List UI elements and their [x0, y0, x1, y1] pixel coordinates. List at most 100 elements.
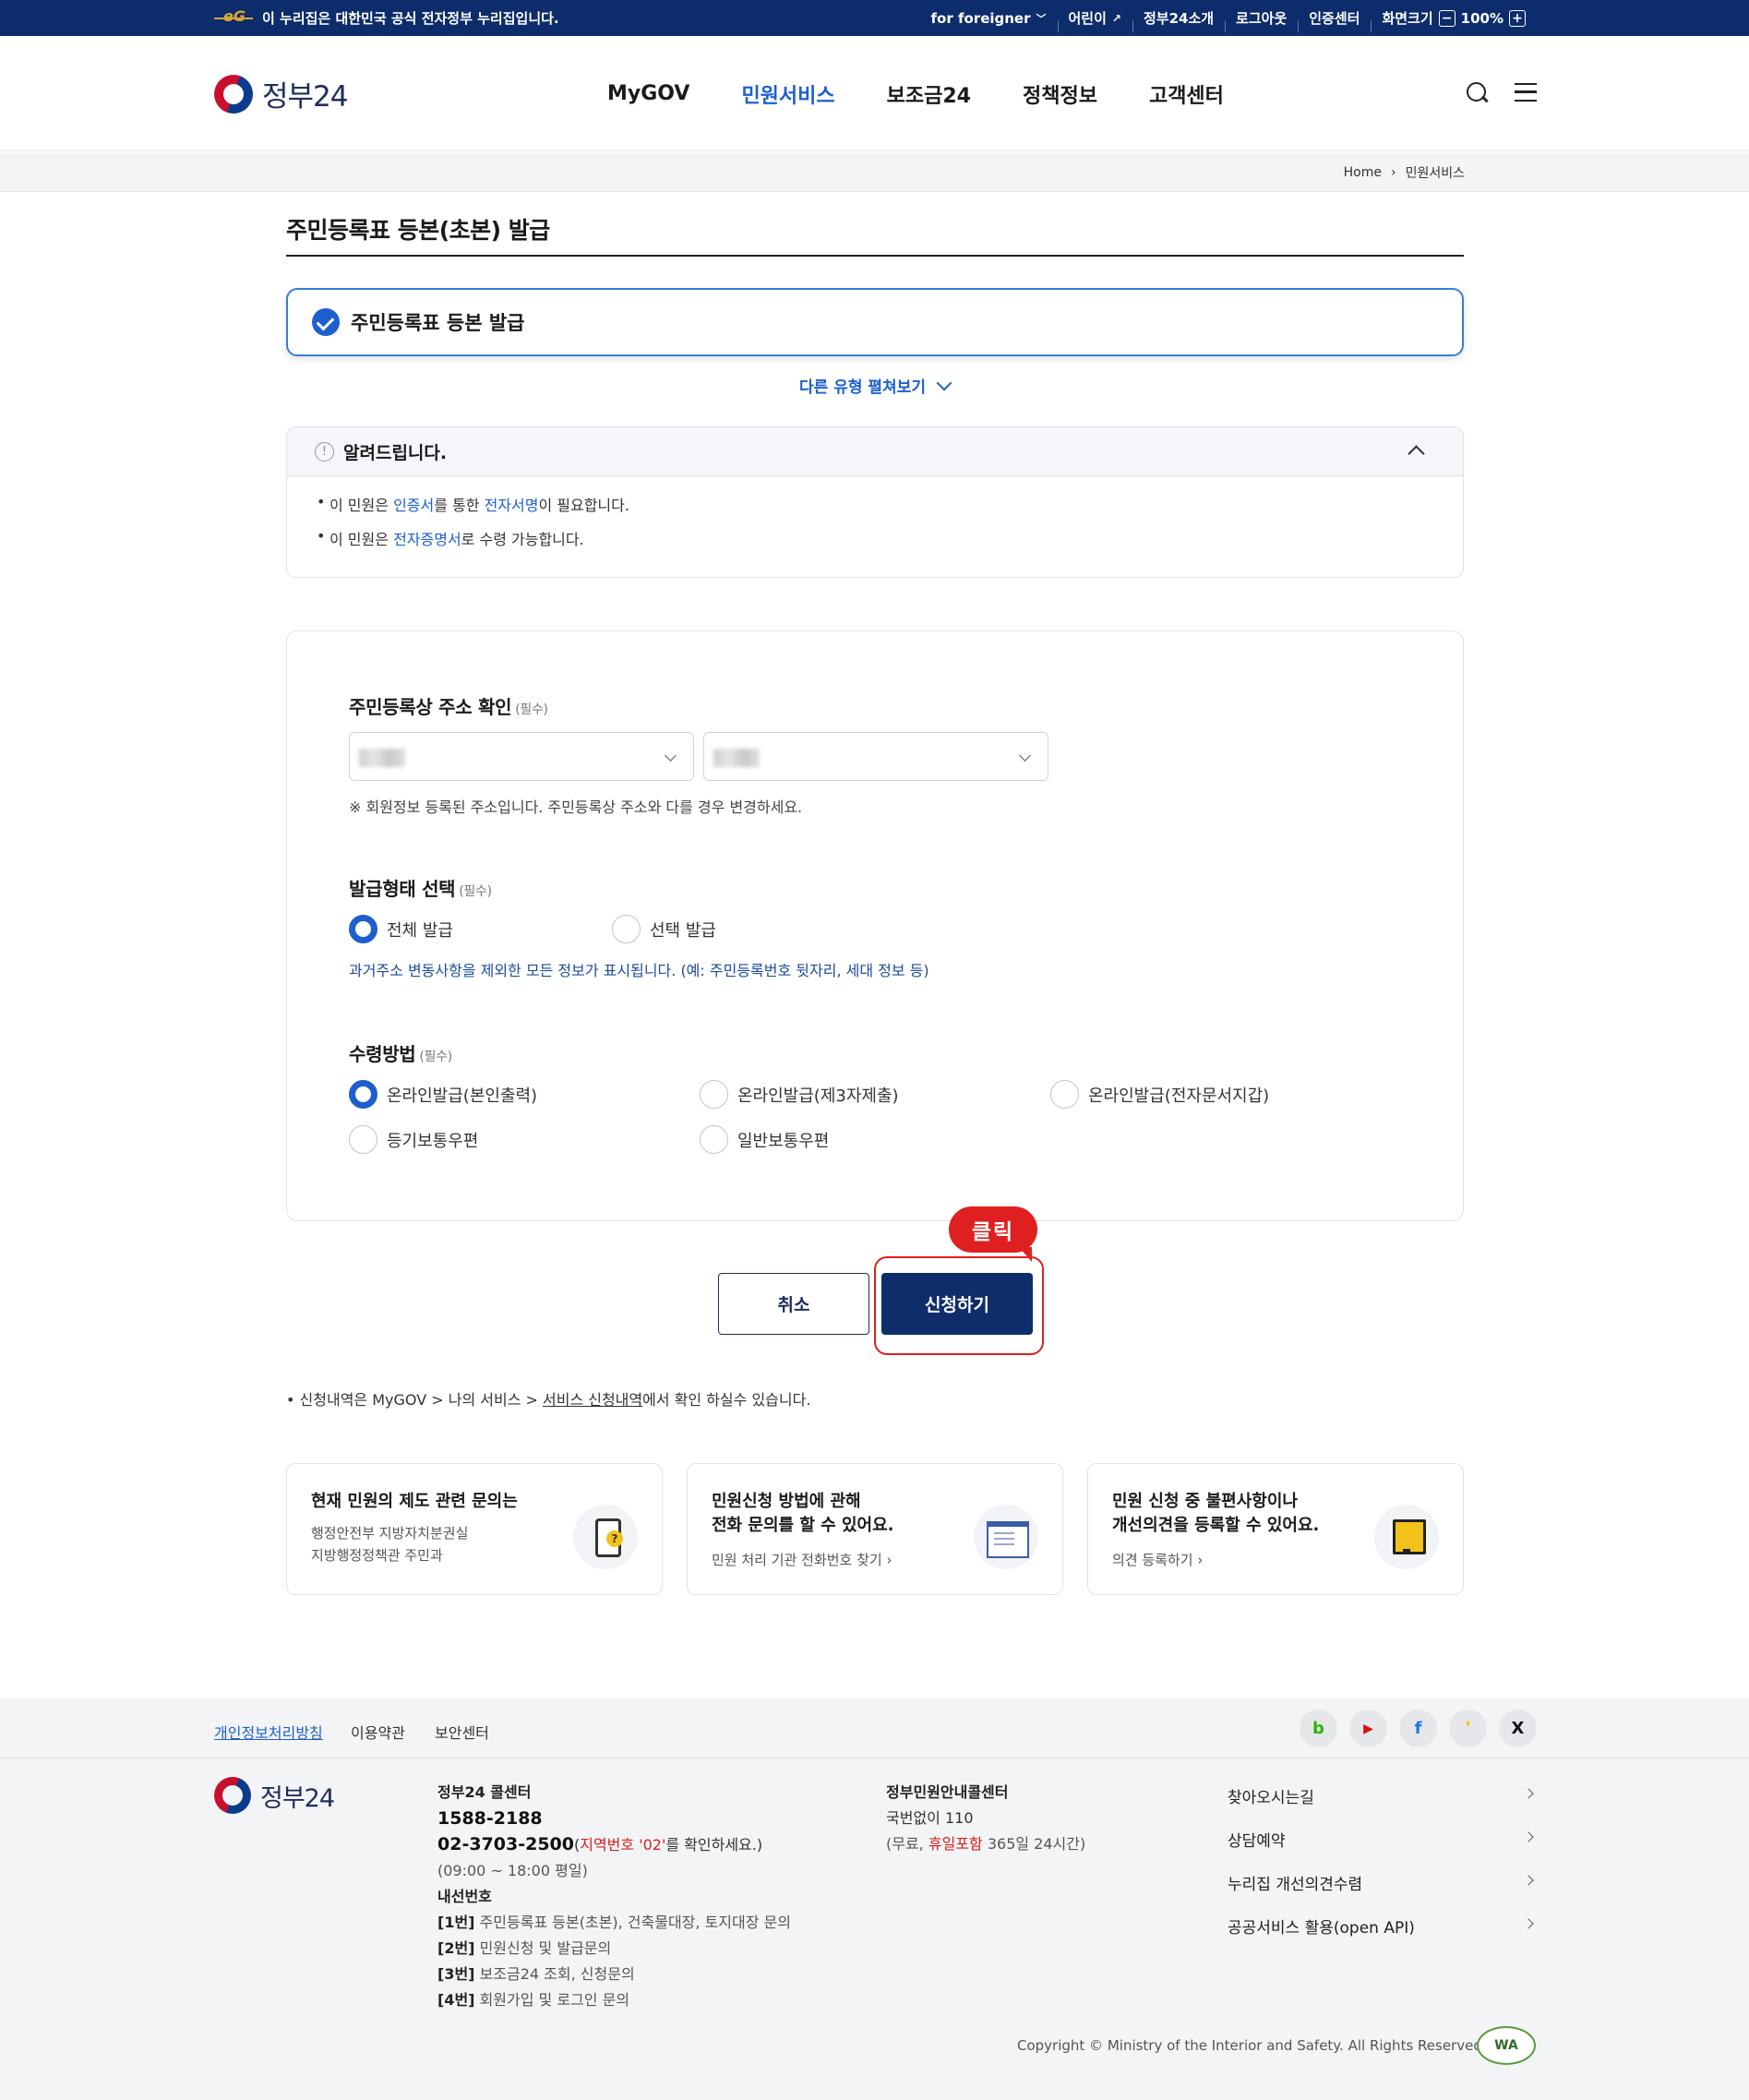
site-feedback-link[interactable]: 누리집 개선의견수렴: [1228, 1871, 1536, 1894]
nav-policy-info[interactable]: 정책정보: [1023, 79, 1097, 109]
selected-type-label: 주민등록표 등본 발급: [351, 312, 525, 334]
top-utility-bar: 이 누리집은 대한민국 공식 전자정부 누리집입니다. for foreigne…: [0, 0, 1749, 36]
taegeuk-logo-icon: [214, 1777, 251, 1814]
footer-logo-text: 정부24: [260, 1783, 335, 1813]
x-twitter-icon[interactable]: X: [1499, 1710, 1537, 1747]
card-title: 민원 신청 중 불편사항이나 개선의견을 등록할 수 있어요.: [1112, 1492, 1320, 1535]
gov-call-center-note: (무료, 휴일포함 365일 24시간): [886, 1835, 1086, 1853]
radio-checked[interactable]: [349, 915, 377, 943]
more-types-label[interactable]: 다른 유형 펼쳐보기: [799, 374, 926, 397]
notice-header[interactable]: ! 알려드립니다.: [287, 427, 1463, 476]
radio-unchecked[interactable]: [349, 1125, 377, 1154]
header-actions: [1465, 80, 1537, 104]
certificate-link[interactable]: 인증서: [393, 497, 434, 514]
issue-type-label: 발급형태 선택 (필수): [349, 878, 492, 900]
cancel-button[interactable]: 취소: [718, 1273, 869, 1335]
directions-link[interactable]: 찾아오시는길: [1228, 1784, 1536, 1807]
about-link[interactable]: 정부24소개: [1132, 8, 1225, 32]
external-link-icon: ↗: [1111, 11, 1121, 25]
call-center-hours: (09:00 ~ 18:00 평일): [437, 1862, 588, 1879]
utility-links: for foreigner ﹀ 어린이 ↗ 정부24소개 로그아웃 인증센터 화면크…: [920, 0, 1537, 36]
card-title: 현재 민원의 제도 관련 문의는: [311, 1492, 518, 1511]
nav-civil-service[interactable]: 민원서비스: [741, 79, 834, 109]
extension-item: [1번] 주민등록표 등본(초본), 건축물대장, 토지대장 문의: [437, 1914, 791, 1931]
facebook-icon[interactable]: f: [1399, 1710, 1437, 1747]
screen-size-label: 화면크기: [1382, 10, 1433, 27]
receive-regular-mail-radio[interactable]: 일반보통우편: [700, 1125, 829, 1154]
policy-inquiry-card: 현재 민원의 제도 관련 문의는 행정안전부 지방자치분권실 지방행정정책관 주…: [286, 1463, 663, 1595]
receive-online-self-radio[interactable]: 온라인발급(본인출력): [349, 1080, 537, 1109]
logo-text: 정부24: [262, 80, 348, 114]
receive-online-wallet-radio[interactable]: 온라인발급(전자문서지갑): [1050, 1080, 1269, 1109]
nav-subsidy24[interactable]: 보조금24: [887, 79, 971, 109]
egov-logo-icon: [214, 7, 253, 26]
consult-reservation-link[interactable]: 상담예약: [1228, 1828, 1536, 1851]
site-header: 정부24 MyGOV 민원서비스 보조금24 정책정보 고객센터: [0, 36, 1749, 151]
nav-customer-center[interactable]: 고객센터: [1149, 79, 1224, 109]
radio-unchecked[interactable]: [700, 1080, 728, 1109]
e-signature-link[interactable]: 전자서명: [485, 497, 539, 514]
notice-list: 이 민원은 인증서를 통한 전자서명이 필요합니다. 이 민원은 전자증명서로 …: [287, 476, 1463, 549]
nav-mygov[interactable]: MyGOV: [607, 82, 689, 105]
for-foreigner-link[interactable]: for foreigner ﹀: [920, 10, 1058, 27]
card-desc: 행정안전부 지방자치분권실: [311, 1525, 469, 1542]
address-hint: ※ 회원정보 등록된 주소입니다. 주민등록상 주소와 다를 경우 변경하세요.: [349, 798, 803, 816]
terms-link[interactable]: 이용약관: [351, 1721, 405, 1743]
issue-full-radio[interactable]: 전체 발급: [349, 915, 453, 943]
gov-call-center-info: 정부민원안내콜센터 국번없이 110 (무료, 휴일포함 365일 24시간): [886, 1780, 1085, 1857]
blog-icon[interactable]: b: [1300, 1710, 1337, 1747]
kids-link[interactable]: 어린이 ↗: [1057, 8, 1132, 32]
address-label: 주민등록상 주소 확인 (필수): [349, 696, 548, 718]
masked-value: [713, 749, 760, 767]
chevron-right-icon: ›: [1390, 164, 1396, 180]
page-title: 주민등록표 등본(초본) 발급: [286, 212, 1464, 257]
kakao-story-icon[interactable]: ❜: [1449, 1710, 1487, 1747]
radio-unchecked[interactable]: [1050, 1080, 1079, 1109]
zoom-in-button[interactable]: +: [1509, 9, 1526, 27]
call-center-info: 정부24 콜센터 1588-2188 02-3703-2500(지역번호 '02…: [437, 1780, 791, 2013]
issue-select-radio[interactable]: 선택 발급: [612, 915, 716, 943]
hamburger-menu-icon[interactable]: [1515, 83, 1537, 102]
security-center-link[interactable]: 보안센터: [435, 1721, 489, 1743]
receive-registered-mail-radio[interactable]: 등기보통우편: [349, 1125, 478, 1154]
address-sigungu-select[interactable]: [703, 732, 1048, 781]
receive-method-label: 수령방법 (필수): [349, 1043, 452, 1065]
extension-item: [2번] 민원신청 및 발급문의: [437, 1939, 612, 1957]
radio-checked[interactable]: [349, 1080, 377, 1109]
e-certificate-link[interactable]: 전자증명서: [393, 531, 461, 548]
find-agency-phone-link[interactable]: 민원 처리 기관 전화번호 찾기 ›: [712, 1549, 892, 1571]
extension-item: [4번] 회원가입 및 로그인 문의: [437, 1991, 630, 2009]
zoom-out-button[interactable]: −: [1438, 9, 1456, 27]
social-links: b ▶ f ❜ X: [1300, 1710, 1537, 1747]
issue-hint: 과거주소 변동사항을 제외한 모든 정보가 표시됩니다. (예: 주민등록번호 …: [349, 962, 929, 979]
address-sido-select[interactable]: [349, 732, 694, 781]
chevron-down-icon[interactable]: [936, 375, 952, 390]
receive-online-third-radio[interactable]: 온라인발급(제3자제출): [700, 1080, 899, 1109]
phone-question-icon: [573, 1505, 638, 1569]
footer-logo: 정부24: [214, 1777, 335, 1814]
call-center-phone1: 1588-2188: [437, 1808, 543, 1829]
breadcrumb-home[interactable]: Home: [1344, 165, 1382, 180]
site-logo[interactable]: 정부24: [214, 73, 348, 114]
privacy-policy-link[interactable]: 개인정보처리방침: [214, 1721, 323, 1743]
document-window-icon: [974, 1505, 1038, 1569]
extension-title: 내선번호: [437, 1888, 492, 1905]
register-feedback-link[interactable]: 의견 등록하기 ›: [1112, 1549, 1203, 1571]
logout-link[interactable]: 로그아웃: [1225, 8, 1298, 32]
service-history-link[interactable]: 서비스 신청내역: [543, 1391, 642, 1409]
breadcrumb-current[interactable]: 민원서비스: [1406, 163, 1465, 182]
youtube-icon[interactable]: ▶: [1349, 1710, 1387, 1747]
search-icon[interactable]: [1465, 80, 1489, 104]
breadcrumb-bar: Home › 민원서비스: [0, 152, 1749, 192]
phone-inquiry-card: 민원신청 방법에 관해 전화 문의를 할 수 있어요. 민원 처리 기관 전화번호…: [687, 1463, 1063, 1595]
radio-unchecked[interactable]: [700, 1125, 728, 1154]
chevron-up-icon[interactable]: [1408, 445, 1425, 462]
application-form: 주민등록상 주소 확인 (필수) ※ 회원정보 등록된 주소입니다. 주민등록상 …: [286, 630, 1464, 1221]
web-accessibility-mark: WA: [1477, 2026, 1536, 2065]
official-notice: 이 누리집은 대한민국 공식 전자정부 누리집입니다.: [214, 0, 559, 36]
chevron-down-icon: [665, 750, 677, 762]
radio-unchecked[interactable]: [612, 915, 641, 943]
selected-type-box[interactable]: 주민등록표 등본 발급: [286, 288, 1464, 356]
open-api-link[interactable]: 공공서비스 활용(open API): [1228, 1914, 1536, 1938]
cert-center-link[interactable]: 인증센터: [1298, 8, 1371, 32]
